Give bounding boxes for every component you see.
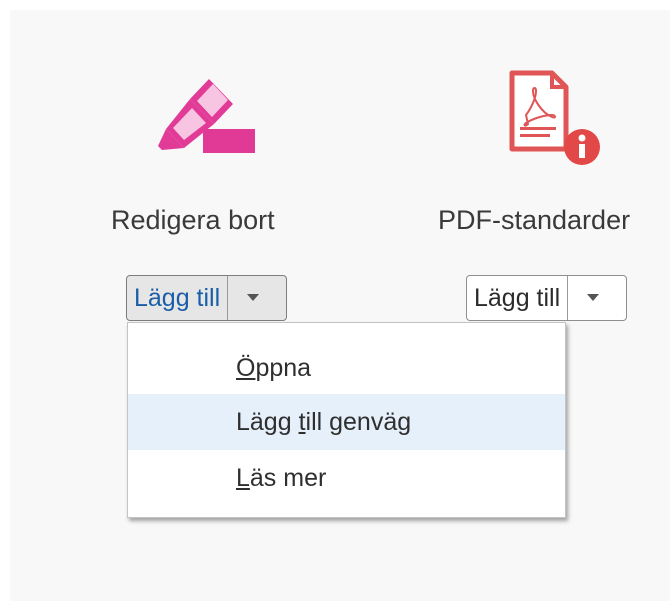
- tool-label-redact: Redigera bort: [111, 205, 275, 235]
- accelerator-key: L: [236, 463, 250, 492]
- accelerator-key: Ö: [236, 353, 256, 382]
- add-dropdown-menu: Öppna Lägg till genväg Läs mer: [127, 322, 566, 518]
- redact-marker-icon: [158, 79, 255, 153]
- add-button-redact: Lägg till: [126, 275, 287, 321]
- chevron-down-icon: [586, 294, 599, 301]
- menu-item-text: Öppna: [236, 354, 311, 383]
- menu-item-rest: äs mer: [249, 463, 327, 492]
- add-button-label[interactable]: Lägg till: [127, 276, 227, 320]
- add-button-label[interactable]: Lägg till: [467, 276, 567, 320]
- chevron-down-icon: [246, 294, 259, 301]
- menu-item-rest: Lägg: [236, 407, 299, 436]
- menu-item-rest: ppna: [255, 353, 312, 382]
- dropdown-toggle[interactable]: [228, 276, 277, 320]
- add-button-pdf-standards: Lägg till: [466, 275, 627, 321]
- tool-label-pdf-standards: PDF-standarder: [438, 205, 631, 235]
- pdf-standards-icon: [509, 70, 600, 165]
- menu-item-read-more[interactable]: Läs mer: [128, 450, 565, 506]
- dropdown-toggle[interactable]: [568, 276, 617, 320]
- menu-item-rest: ill genväg: [305, 407, 412, 436]
- menu-item-open[interactable]: Öppna: [128, 340, 565, 396]
- accelerator-key: t: [298, 407, 306, 436]
- menu-item-text: Lägg till genväg: [236, 408, 411, 437]
- menu-item-add-shortcut[interactable]: Lägg till genväg: [128, 394, 565, 450]
- menu-item-text: Läs mer: [236, 464, 326, 493]
